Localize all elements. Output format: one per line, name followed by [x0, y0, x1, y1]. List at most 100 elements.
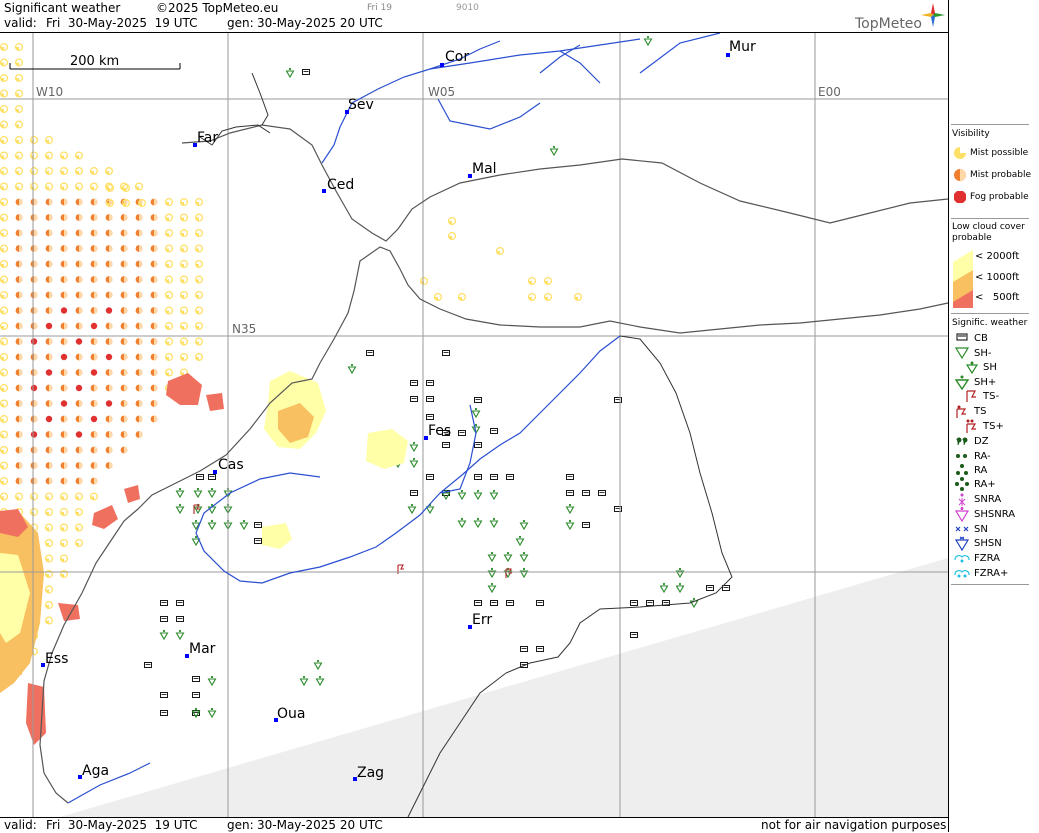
mist-probable-symbol	[90, 338, 98, 345]
mist-probable-symbol	[45, 431, 53, 438]
mist-probable-symbol	[45, 260, 53, 268]
shower-symbol	[549, 145, 559, 157]
mist-probable-symbol	[120, 260, 128, 268]
mist-possible-symbol	[164, 275, 174, 284]
mist-probable-symbol	[150, 229, 158, 237]
city-marker-cor[interactable]: Cor	[440, 49, 469, 67]
mist-probable-symbol	[120, 276, 128, 283]
city-marker-sev[interactable]: Sev	[345, 97, 374, 114]
city-marker-zag[interactable]: Zag	[353, 765, 384, 781]
city-marker-cas[interactable]: Cas	[213, 457, 244, 474]
mist-possible-symbol	[179, 275, 189, 284]
cb-symbol	[426, 380, 434, 386]
mist-probable-symbol	[60, 415, 68, 423]
shower-symbol	[347, 363, 357, 375]
sigwx-ts-minus-icon	[966, 390, 976, 402]
city-marker-ess[interactable]: Ess	[41, 651, 68, 667]
city-marker-err[interactable]: Err	[468, 612, 492, 629]
cb-symbol	[566, 490, 574, 496]
mist-possible-symbol	[179, 259, 189, 269]
city-marker-mal[interactable]: Mal	[468, 161, 497, 178]
mist-possible-symbol	[0, 461, 9, 470]
shower-symbol	[175, 629, 185, 641]
mist-probable-symbol	[75, 462, 83, 469]
mist-probable-symbol	[75, 229, 83, 237]
mist-possible-symbol	[59, 507, 69, 517]
city-marker-far[interactable]: Far	[193, 130, 218, 147]
mist-probable-symbol	[105, 214, 113, 221]
mist-possible-symbol	[74, 507, 84, 517]
shower-symbol	[519, 519, 529, 531]
map-area[interactable]: W10 W05 E00 N35 200 km Cor Mur Sev Far M…	[0, 33, 948, 817]
cb-symbol	[366, 350, 374, 356]
mist-probable-symbol	[30, 322, 38, 330]
shower-symbol	[489, 517, 499, 529]
thunderstorm-symbol	[505, 568, 512, 578]
fog-symbol	[60, 400, 68, 407]
shower-symbol	[207, 675, 217, 687]
mist-possible-symbol	[14, 120, 24, 129]
mist-probable-symbol	[105, 431, 113, 438]
cb-symbol	[160, 692, 168, 698]
mist-probable-symbol	[30, 245, 38, 252]
sigwx-label: TS-	[983, 391, 1000, 402]
frame-code-label: 9010	[456, 3, 479, 13]
mist-possible-symbol	[14, 151, 24, 160]
mist-probable-symbol	[90, 229, 98, 237]
low-cloud-1000-label: < 1000ft	[975, 272, 1020, 283]
low-cloud-patch	[92, 505, 118, 529]
sigwx-label: RA+	[974, 479, 996, 490]
sigwx-label: CB	[974, 333, 988, 344]
mist-probable-symbol	[135, 322, 143, 330]
city-marker-mur[interactable]: Mur	[726, 39, 756, 57]
cb-symbol	[160, 710, 168, 716]
city-marker-mar[interactable]: Mar	[185, 641, 216, 658]
cb-symbol	[506, 474, 514, 480]
mist-possible-symbol	[0, 104, 9, 114]
mist-possible-symbol	[59, 554, 69, 563]
legend-panel: Visibility Mist possible Mist probable F…	[948, 0, 1039, 832]
city-marker-fes[interactable]: Fes	[424, 423, 451, 440]
cb-symbol	[722, 585, 730, 591]
mist-possible-symbol	[194, 228, 204, 238]
mist-possible-label: Mist possible	[970, 148, 1029, 158]
mist-possible-symbol	[89, 166, 99, 176]
sigwx-label: FZRA+	[974, 568, 1009, 579]
mist-probable-symbol	[135, 307, 143, 314]
grid-label-w10: W10	[36, 85, 63, 99]
legend-separator	[951, 218, 1029, 219]
fog-symbol	[105, 400, 113, 407]
city-label-fes: Fes	[428, 423, 451, 439]
mist-possible-symbol	[44, 182, 54, 191]
mist-probable-symbol	[45, 307, 53, 314]
mist-probable-symbol	[105, 369, 113, 376]
cb-symbol	[520, 646, 528, 652]
mist-possible-symbol	[59, 151, 69, 160]
mist-probable-symbol	[75, 291, 83, 299]
sigwx-label: DZ	[974, 436, 989, 447]
mist-possible-symbol	[194, 321, 204, 331]
mist-possible-symbol	[14, 492, 24, 501]
mist-probable-symbol	[15, 214, 23, 221]
city-marker-ced[interactable]: Ced	[322, 177, 354, 193]
sigwx-label: SH-	[974, 348, 992, 359]
mist-probable-symbol	[60, 384, 68, 392]
mist-probable-symbol	[150, 415, 158, 423]
frame-day-label: Fri 19	[367, 3, 393, 13]
city-marker-aga[interactable]: Aga	[78, 763, 109, 779]
mist-probable-symbol	[15, 338, 23, 345]
mist-probable-icon	[954, 169, 966, 181]
mist-possible-symbol	[59, 492, 69, 501]
city-marker-oua[interactable]: Oua	[274, 706, 305, 722]
mist-probable-symbol	[15, 276, 23, 283]
mist-probable-symbol	[105, 276, 113, 283]
mist-possible-symbol	[164, 197, 174, 207]
cb-symbol	[458, 430, 466, 436]
mist-probable-symbol	[120, 431, 128, 438]
thunderstorm-symbol	[193, 504, 200, 514]
mist-probable-symbol	[15, 369, 23, 376]
shower-symbol	[425, 503, 435, 515]
mist-probable-symbol	[150, 322, 158, 330]
mist-probable-symbol	[45, 400, 53, 407]
footer-bar: valid: Fri 30-May-2025 19 UTC gen: 30-Ma…	[0, 817, 948, 833]
